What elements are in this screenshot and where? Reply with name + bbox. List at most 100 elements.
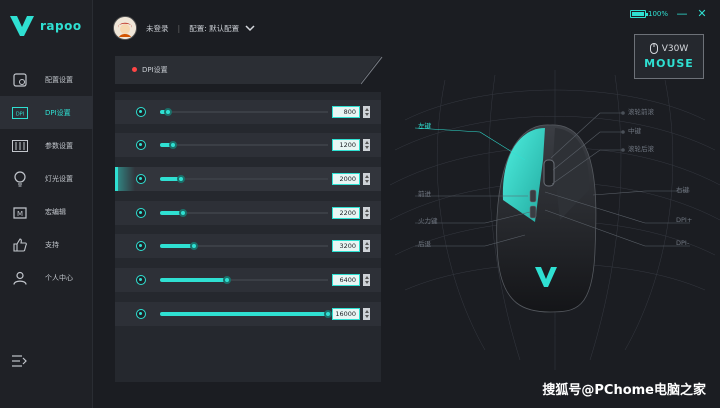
dpi-slider-fill bbox=[160, 312, 328, 316]
dpi-slider-track[interactable] bbox=[160, 111, 328, 113]
right-button-label[interactable]: 右键 bbox=[676, 184, 689, 194]
mouse-diagram bbox=[389, 70, 720, 370]
sidebar-item-label: 配置设置 bbox=[45, 75, 73, 84]
sidebar-item-label: 灯光设置 bbox=[45, 174, 73, 183]
middle-button-label[interactable]: 中键 bbox=[628, 125, 641, 135]
lightbulb-icon bbox=[12, 170, 28, 187]
sidebar-item-support[interactable]: 支持 bbox=[0, 228, 93, 261]
dpi-value-input[interactable]: 800 bbox=[332, 106, 360, 118]
brand-name: rapoo bbox=[40, 19, 82, 33]
dpi-slider-thumb[interactable] bbox=[164, 108, 172, 116]
sidebar-item-user-center[interactable]: 个人中心 bbox=[0, 261, 93, 294]
mouse-body bbox=[496, 124, 597, 313]
window-controls: 100% — ✕ bbox=[629, 8, 708, 19]
dpi-level-radio[interactable] bbox=[136, 309, 146, 319]
battery-icon bbox=[629, 10, 648, 18]
sidebar-item-label: 宏编辑 bbox=[45, 207, 66, 216]
forward-button-label[interactable]: 前进 bbox=[418, 188, 431, 198]
panel-title: DPI设置 bbox=[142, 66, 168, 74]
sidebar-item-macro[interactable]: M 宏编辑 bbox=[0, 195, 93, 228]
parameters-icon bbox=[12, 138, 28, 154]
dpi-level-row[interactable]: 16000 bbox=[115, 302, 381, 326]
dpi-level-radio[interactable] bbox=[136, 208, 146, 218]
sidebar-item-dpi[interactable]: DPI DPI设置 bbox=[0, 96, 93, 129]
close-icon[interactable]: ✕ bbox=[696, 8, 708, 19]
mouse-icon bbox=[649, 43, 658, 54]
dpi-value-input[interactable]: 6400 bbox=[332, 274, 360, 286]
dpi-stepper[interactable] bbox=[363, 308, 370, 320]
dpi-stepper[interactable] bbox=[363, 274, 370, 286]
scroll-up-label[interactable]: 滚轮前滚 bbox=[628, 106, 654, 116]
dpi-stepper[interactable] bbox=[363, 240, 370, 252]
rapoo-v-icon bbox=[10, 16, 34, 36]
avatar[interactable] bbox=[113, 16, 137, 40]
fire-key-label[interactable]: 火力键 bbox=[418, 215, 438, 225]
user-bar: 未登录 | 配置: 默认配置 bbox=[113, 16, 255, 40]
dpi-level-radio[interactable] bbox=[136, 107, 146, 117]
dpi-slider-thumb[interactable] bbox=[223, 276, 231, 284]
dpi-down-label[interactable]: DPI- bbox=[676, 239, 689, 247]
dpi-slider-thumb[interactable] bbox=[190, 242, 198, 250]
dpi-level-row[interactable]: 800 bbox=[115, 100, 381, 124]
dpi-indicator-dot bbox=[132, 67, 137, 72]
minimize-icon[interactable]: — bbox=[676, 8, 688, 19]
header-separator: | bbox=[177, 23, 181, 33]
sidebar-item-lighting[interactable]: 灯光设置 bbox=[0, 162, 93, 195]
device-model: V30W bbox=[661, 43, 689, 54]
sidebar-item-label: DPI设置 bbox=[45, 108, 71, 117]
dpi-slider-track[interactable] bbox=[160, 178, 328, 180]
dpi-slider-thumb[interactable] bbox=[169, 141, 177, 149]
mouse-illustration: 左键 前进 火力键 后退 滚轮前滚 中键 滚轮后滚 右键 DPI+ DPI- bbox=[385, 60, 720, 408]
battery-status: 100% bbox=[629, 10, 668, 18]
active-row-marker bbox=[115, 167, 135, 191]
chevron-down-icon[interactable] bbox=[245, 24, 255, 32]
dpi-stepper[interactable] bbox=[363, 139, 370, 151]
login-status[interactable]: 未登录 bbox=[146, 23, 169, 34]
thumbs-up-icon bbox=[12, 237, 28, 253]
sidebar-nav: 配置设置 DPI DPI设置 参数设置 灯光设置 M 宏编辑 支持 个人中心 bbox=[0, 63, 93, 294]
battery-fill bbox=[631, 12, 644, 16]
sidebar-item-label: 支持 bbox=[45, 240, 59, 249]
config-selector-label[interactable]: 配置: 默认配置 bbox=[189, 23, 239, 34]
dpi-stepper[interactable] bbox=[363, 106, 370, 118]
back-button-label[interactable]: 后退 bbox=[418, 238, 431, 248]
sidebar-item-profile-settings[interactable]: 配置设置 bbox=[0, 63, 93, 96]
dpi-value-input[interactable]: 2000 bbox=[332, 173, 360, 185]
watermark: 搜狐号@PChome电脑之家 bbox=[542, 383, 706, 398]
dpi-slider-thumb[interactable] bbox=[324, 310, 332, 318]
dpi-level-radio[interactable] bbox=[136, 140, 146, 150]
dpi-level-radio[interactable] bbox=[136, 174, 146, 184]
battery-percent: 100% bbox=[647, 10, 668, 18]
dpi-stepper[interactable] bbox=[363, 173, 370, 185]
dpi-level-radio[interactable] bbox=[136, 275, 146, 285]
scroll-down-label[interactable]: 滚轮后滚 bbox=[628, 143, 654, 153]
dpi-slider-track[interactable] bbox=[160, 144, 328, 146]
dpi-slider-thumb[interactable] bbox=[179, 209, 187, 217]
dpi-slider-fill bbox=[160, 244, 194, 248]
dpi-icon: DPI bbox=[12, 105, 28, 121]
label-anchors bbox=[621, 111, 625, 152]
dpi-stepper[interactable] bbox=[363, 207, 370, 219]
dpi-level-row[interactable]: 2000 bbox=[115, 167, 381, 191]
device-model-row: V30W bbox=[649, 43, 689, 54]
dpi-slider-fill bbox=[160, 278, 227, 282]
user-icon bbox=[12, 270, 28, 286]
sidebar-item-label: 参数设置 bbox=[45, 141, 73, 150]
collapse-menu-icon[interactable] bbox=[12, 354, 28, 368]
dpi-value-input[interactable]: 3200 bbox=[332, 240, 360, 252]
left-button-label[interactable]: 左键 bbox=[418, 120, 431, 130]
dpi-up-label[interactable]: DPI+ bbox=[676, 216, 692, 224]
dpi-level-row[interactable]: 1200 bbox=[115, 133, 381, 157]
dpi-level-row[interactable]: 6400 bbox=[115, 268, 381, 292]
sidebar-item-parameters[interactable]: 参数设置 bbox=[0, 129, 93, 162]
dpi-value-input[interactable]: 1200 bbox=[332, 139, 360, 151]
dpi-level-row[interactable]: 2200 bbox=[115, 201, 381, 225]
dpi-level-row[interactable]: 3200 bbox=[115, 234, 381, 258]
profile-settings-icon bbox=[12, 72, 28, 88]
avatar-character-icon bbox=[114, 17, 136, 39]
sidebar: rapoo 配置设置 DPI DPI设置 参数设置 灯光设置 M 宏编辑 支持 … bbox=[0, 0, 93, 408]
dpi-slider-thumb[interactable] bbox=[177, 175, 185, 183]
dpi-level-radio[interactable] bbox=[136, 241, 146, 251]
dpi-value-input[interactable]: 2200 bbox=[332, 207, 360, 219]
dpi-value-input[interactable]: 16000 bbox=[332, 308, 360, 320]
